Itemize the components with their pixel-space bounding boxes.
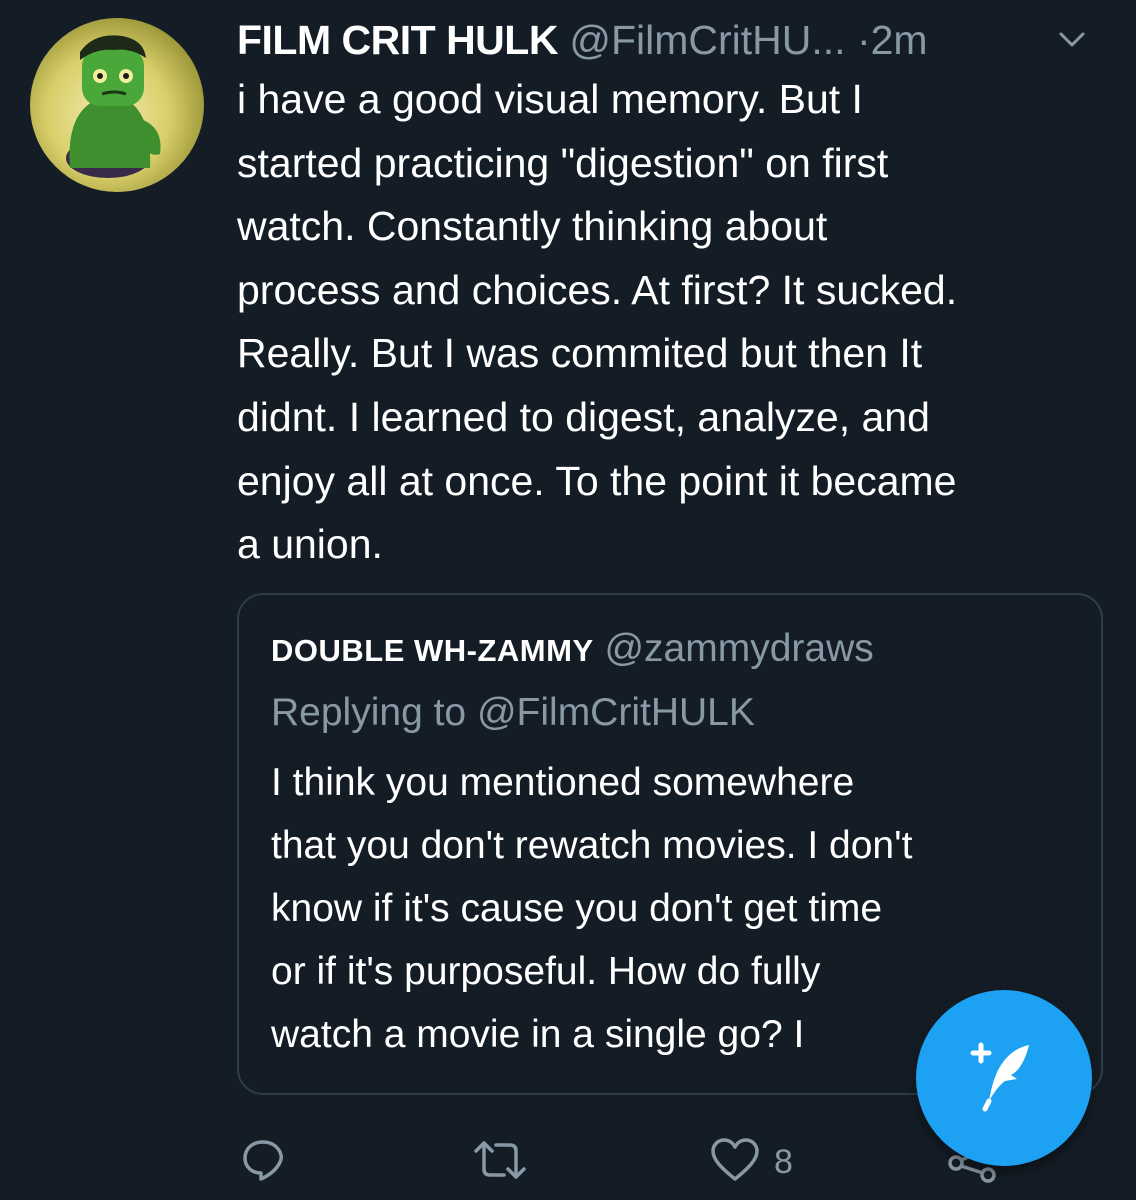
tweet-text-line: didnt. I learned to digest, analyze, and [237, 393, 930, 440]
quoted-author-name: DOUBLE WH-ZAMMY [271, 633, 594, 668]
tweet-action-bar: 8 [240, 1130, 1060, 1194]
quoted-text-line: know if it's cause you don't get time [271, 887, 883, 930]
quoted-tweet-header: DOUBLE WH-ZAMMY @zammydraws [271, 621, 874, 679]
tweet-text: i have a good visual memory. But I start… [237, 68, 1107, 577]
quoted-text-line: I think you mentioned somewhere [271, 761, 855, 804]
quoted-text-line: or if it's purposeful. How do fully [271, 950, 821, 993]
replying-to-label: Replying to @FilmCritHULK [271, 691, 755, 734]
tweet-header: FILM CRIT HULK @FilmCritHU... ·2m [237, 14, 1117, 66]
reply-button[interactable] [240, 1130, 286, 1194]
reply-icon [240, 1137, 286, 1188]
quoted-author-handle: @zammydraws [604, 627, 874, 670]
time-separator: · [856, 17, 871, 63]
quoted-text-line: that you don't rewatch movies. I don't [271, 824, 913, 867]
like-count: 8 [774, 1142, 793, 1181]
tweet-text-line: Really. But I was commited but then It [237, 330, 923, 377]
author-name[interactable]: FILM CRIT HULK [237, 17, 558, 63]
tweet-timestamp[interactable]: 2m [871, 17, 928, 63]
heart-icon [710, 1137, 760, 1188]
compose-tweet-button[interactable] [916, 990, 1092, 1166]
author-avatar[interactable] [30, 18, 204, 192]
tweet-text-line: a union. [237, 521, 383, 568]
tweet-text-line: watch. Constantly thinking about [237, 203, 828, 250]
like-button[interactable]: 8 [710, 1130, 793, 1194]
avatar-illustration [66, 35, 161, 178]
tweet-text-line: enjoy all at once. To the point it becam… [237, 457, 957, 504]
tweet-text-line: started practicing "digestion" on first [237, 139, 889, 186]
chevron-down-icon[interactable] [1055, 14, 1089, 66]
tweet-text-line: process and choices. At first? It sucked… [237, 266, 958, 313]
retweet-button[interactable] [472, 1130, 528, 1194]
retweet-icon [472, 1137, 528, 1188]
compose-tweet-icon [959, 1031, 1049, 1126]
author-handle[interactable]: @FilmCritHU... [569, 17, 845, 63]
tweet-text-line: i have a good visual memory. But I [237, 76, 863, 122]
